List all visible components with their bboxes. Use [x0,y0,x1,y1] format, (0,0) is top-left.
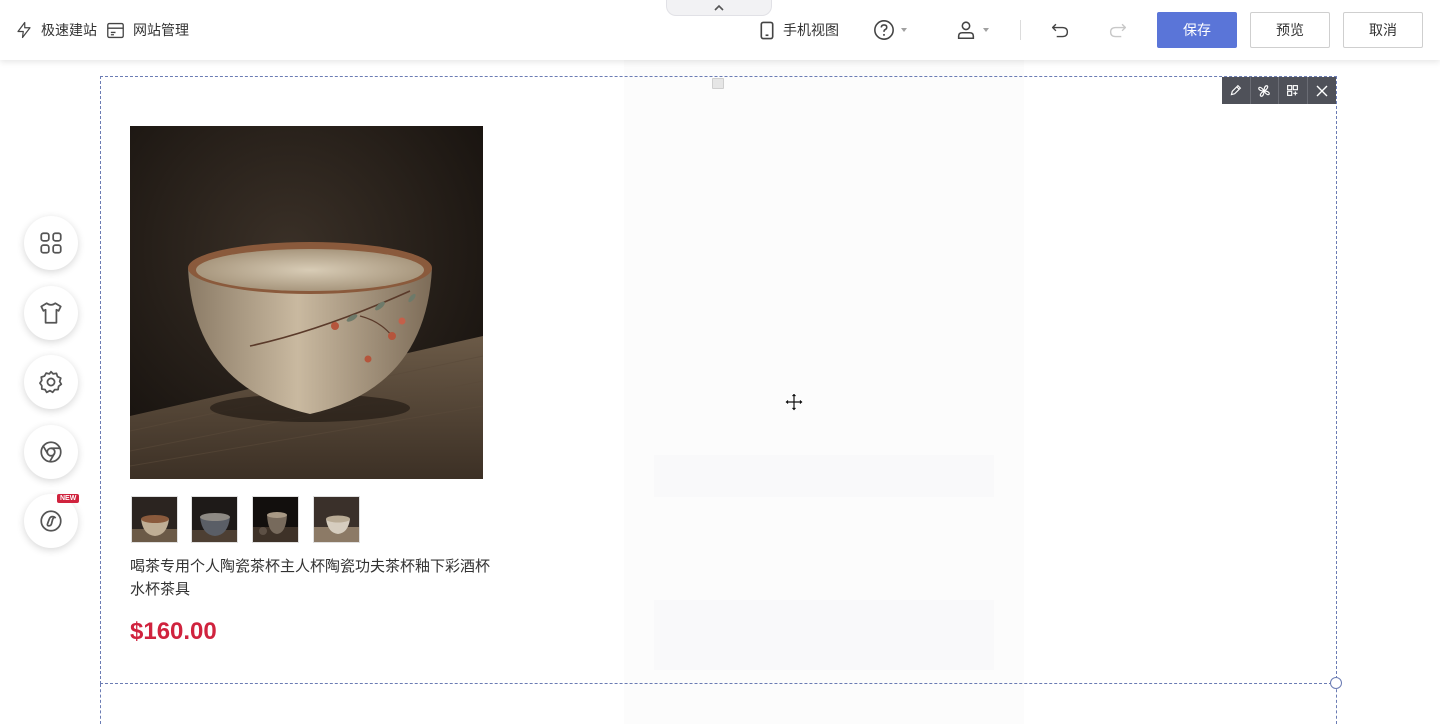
section-resize-handle[interactable] [1330,677,1342,689]
move-cursor-icon [784,392,804,412]
settings-icon [39,370,63,394]
product-title[interactable]: 喝茶专用个人陶瓷茶杯主人杯陶瓷功夫茶杯釉下彩酒杯水杯茶具 [130,555,490,601]
product-thumbnail[interactable] [313,496,360,543]
user-icon [955,19,977,41]
add-module-icon[interactable] [1279,77,1308,104]
product-thumbnail[interactable] [252,496,299,543]
save-button[interactable]: 保存 [1157,12,1237,48]
quick-build-label: 极速建站 [41,22,97,38]
theme-button[interactable] [24,286,78,340]
apps-icon [40,232,62,254]
product-thumbnail[interactable] [191,496,238,543]
module-tools [1222,77,1336,104]
site-window-icon [106,22,125,39]
product-thumbnail[interactable] [131,496,178,543]
help-icon [873,19,895,41]
lightning-icon [15,21,33,39]
redo-button[interactable] [1108,0,1128,60]
help-menu[interactable] [873,0,907,60]
product-price: $160.00 [130,618,217,645]
browser-button[interactable] [24,425,78,479]
undo-icon [1050,21,1070,39]
column-guide-left [100,684,101,724]
mobile-view-label: 手机视图 [783,22,839,38]
chrome-icon [40,441,62,463]
preview-button[interactable]: 预览 [1250,12,1330,48]
chevron-up-icon [714,4,724,11]
new-badge: NEW [57,494,80,503]
column-guide-right [1336,684,1337,724]
dropdown-caret-icon [983,28,989,32]
edit-pencil-icon[interactable] [1222,77,1251,104]
apps-button[interactable] [24,216,78,270]
settings-button[interactable] [24,355,78,409]
tshirt-icon [40,302,62,324]
undo-button[interactable] [1050,0,1070,60]
product-main-image[interactable] [130,126,483,479]
site-manage-label: 网站管理 [133,22,189,38]
site-manage-menu[interactable]: 网站管理 [106,0,189,60]
link-icon [40,510,62,532]
section-top-handle[interactable] [712,78,724,89]
account-menu[interactable] [955,0,989,60]
mobile-phone-icon [759,21,775,40]
collapse-toolbar-tab[interactable] [666,0,772,16]
dropdown-caret-icon [901,28,907,32]
cancel-button[interactable]: 取消 [1343,12,1423,48]
toolbar-divider [1020,20,1021,40]
animation-icon[interactable] [1251,77,1279,104]
quick-build-menu[interactable]: 极速建站 [15,0,97,60]
close-icon[interactable] [1308,77,1337,104]
redo-icon [1108,21,1128,39]
mobile-view-toggle[interactable]: 手机视图 [759,0,839,60]
